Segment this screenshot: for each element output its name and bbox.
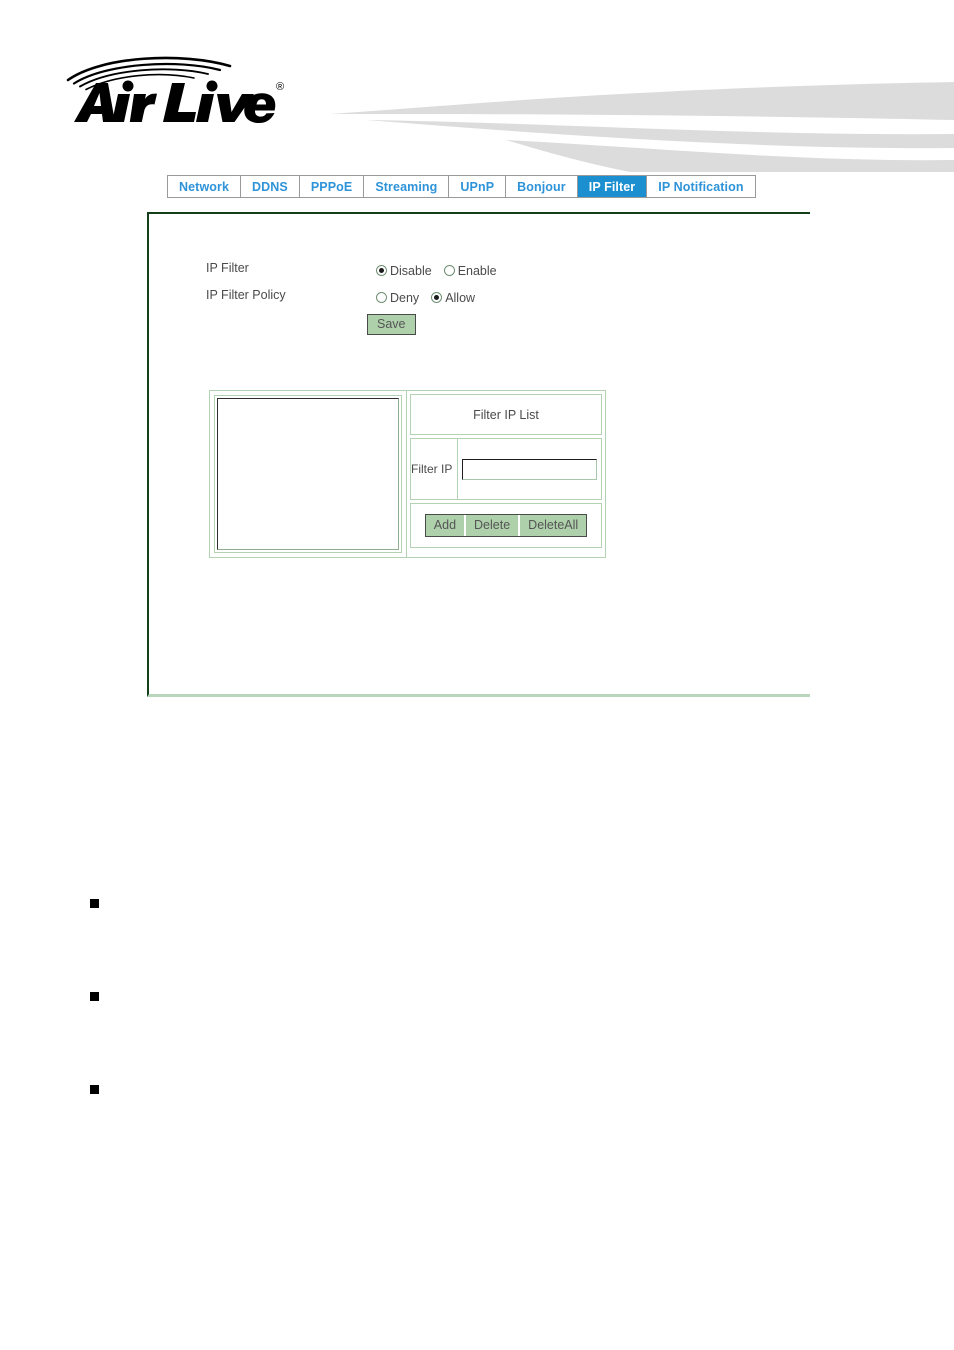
tab-upnp[interactable]: UPnP <box>449 176 507 197</box>
filter-ip-listbox[interactable] <box>214 395 402 553</box>
ip-filter-policy-option-deny-label: Deny <box>390 291 420 305</box>
ip-filter-policy-option-allow-label: Allow <box>445 291 476 305</box>
list-item <box>90 988 910 1081</box>
header-swoosh-graphic <box>330 62 954 172</box>
page-header: ® <box>0 0 954 172</box>
ip-filter-policy-label: IP Filter Policy <box>206 288 286 302</box>
square-bullet-icon <box>90 992 99 1001</box>
filter-ip-field-label: Filter IP <box>410 438 458 500</box>
airlive-wifi-waves-logo: ® <box>62 50 292 128</box>
tab-pppoe[interactable]: PPPoE <box>299 176 365 197</box>
tab-ddns[interactable]: DDNS <box>241 176 300 197</box>
tab-bar: Network DDNS PPPoE Streaming UPnP Bonjou… <box>167 175 756 198</box>
tab-ip-notification[interactable]: IP Notification <box>647 176 755 197</box>
filter-ip-input-row: Filter IP <box>410 438 602 500</box>
ip-filter-option-disable[interactable]: Disable <box>376 264 432 278</box>
filter-ip-input[interactable] <box>462 458 597 480</box>
filter-ip-controls: Filter IP List Filter IP Add Delete Dele… <box>406 391 605 557</box>
list-item <box>90 1081 910 1174</box>
delete-all-button[interactable]: DeleteAll <box>520 515 587 536</box>
ip-filter-radio-group: Disable Enable <box>376 260 497 278</box>
radio-allow-icon[interactable] <box>431 292 443 303</box>
ip-filter-policy-row: IP Filter Policy Deny Allow <box>206 287 497 314</box>
square-bullet-icon <box>90 899 99 908</box>
filter-ip-block: Filter IP List Filter IP Add Delete Dele… <box>209 390 606 558</box>
ip-filter-policy-option-allow[interactable]: Allow <box>431 291 475 305</box>
tab-bonjour[interactable]: Bonjour <box>506 176 578 197</box>
ip-filter-label: IP Filter <box>206 261 249 275</box>
add-button[interactable]: Add <box>425 515 467 536</box>
tab-network[interactable]: Network <box>168 176 242 197</box>
radio-disable-icon[interactable] <box>376 265 387 276</box>
ip-filter-settings-panel: IP Filter Disable Enable IP Filter Polic… <box>147 212 810 697</box>
filter-ip-list-cell <box>210 391 406 557</box>
ip-filter-option-disable-label: Disable <box>390 264 432 278</box>
filter-ip-action-row: Add Delete DeleteAll <box>410 503 602 548</box>
ip-filter-policy-radio-group: Deny Allow <box>376 287 475 305</box>
registered-trademark-icon: ® <box>276 81 284 93</box>
save-button[interactable]: Save <box>367 314 416 335</box>
save-row: Save <box>367 314 416 335</box>
list-item <box>90 895 910 988</box>
ip-filter-form: IP Filter Disable Enable IP Filter Polic… <box>206 260 497 314</box>
ip-filter-option-enable[interactable]: Enable <box>443 264 497 278</box>
delete-button[interactable]: Delete <box>466 515 521 536</box>
filter-ip-listbox-items[interactable] <box>217 398 399 550</box>
ip-filter-row: IP Filter Disable Enable <box>206 260 497 287</box>
filter-ip-list-title: Filter IP List <box>410 394 602 435</box>
ip-filter-policy-option-deny[interactable]: Deny <box>376 291 419 305</box>
filter-ip-button-group: Add Delete DeleteAll <box>424 514 588 537</box>
radio-deny-icon[interactable] <box>376 292 387 303</box>
notes-list <box>90 895 910 1174</box>
filter-ip-field-cell <box>458 438 602 500</box>
square-bullet-icon <box>90 1085 99 1094</box>
radio-enable-icon[interactable] <box>443 265 455 276</box>
ip-filter-option-enable-label: Enable <box>457 264 497 278</box>
tab-streaming[interactable]: Streaming <box>364 176 450 197</box>
tab-ip-filter[interactable]: IP Filter <box>577 176 648 197</box>
